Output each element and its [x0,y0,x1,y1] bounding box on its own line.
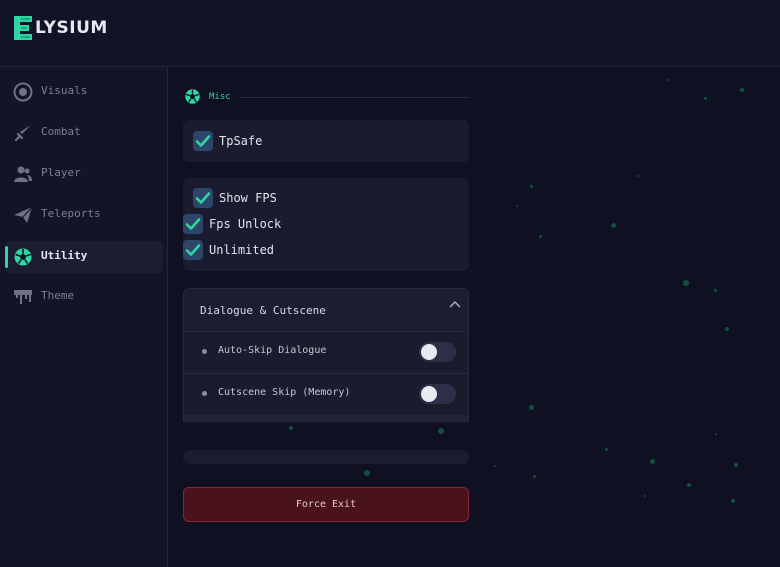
checkbox[interactable] [183,214,203,234]
dropdown-header-dialogue-cutscene[interactable]: Dialogue & Cutscene [183,288,469,332]
cutscene-skip-toggle[interactable] [419,384,456,404]
toggle-label: Auto-Skip Dialogue [218,345,327,356]
checkbox-label: Show FPS [219,191,277,205]
sidebar-item-teleports[interactable]: Teleports [5,199,163,231]
empty-slot [183,450,469,464]
checkbox[interactable] [193,131,213,151]
soccer-ball-icon [185,89,200,104]
auto-skip-dialogue-toggle[interactable] [419,342,456,362]
toggle-row-auto-skip-dialogue: Auto-Skip Dialogue [184,332,468,374]
sidebar: Visuals Combat Player Teleports Utility … [0,67,168,567]
eye-icon [13,82,33,102]
app-title: LYSIUM [35,18,108,38]
checkbox-row-tpsafe[interactable]: TpSafe [193,131,262,151]
checkbox[interactable] [183,240,203,260]
check-icon [195,135,211,147]
panel-tpsafe: TpSafe [183,120,469,162]
dropdown-scroll-edge [184,415,468,421]
check-icon [185,218,201,230]
checkbox-label: Unlimited [209,243,275,257]
checkbox-row-fps-unlock[interactable]: Fps Unlock [183,214,281,234]
dropdown-body: Auto-Skip Dialogue Cutscene Skip (Memory… [183,332,469,422]
sidebar-item-label: Combat [41,125,81,138]
toggle-label: Cutscene Skip (Memory) [218,387,351,398]
sidebar-item-label: Teleports [41,207,101,220]
sidebar-item-label: Theme [41,289,75,302]
users-icon [14,166,32,182]
sidebar-item-label: Player [41,166,81,179]
main-content: Misc TpSafe Show FPS Fps Unlock Unlimite… [169,67,780,567]
sidebar-item-label: Visuals [41,84,88,97]
sidebar-item-theme[interactable]: Theme [5,281,163,313]
paint-drip-icon [14,290,32,304]
app-logo: LYSIUM [12,15,108,41]
checkbox-row-show-fps[interactable]: Show FPS [193,188,277,208]
sidebar-item-label: Utility [41,249,88,262]
sidebar-item-utility[interactable]: Utility [5,241,163,273]
checkbox[interactable] [193,188,213,208]
force-exit-button[interactable]: Force Exit [183,487,469,522]
check-icon [195,192,211,204]
active-indicator [5,246,8,268]
soccer-ball-icon [14,248,32,266]
sidebar-item-visuals[interactable]: Visuals [5,76,163,108]
toggle-knob [421,344,437,360]
sidebar-item-combat[interactable]: Combat [5,117,163,149]
checkbox-label: Fps Unlock [209,217,282,231]
section-title: Misc [209,91,231,102]
bullet-icon [202,391,207,396]
sword-icon [14,125,31,142]
send-icon [14,206,33,223]
panel-fps: Show FPS Fps Unlock Unlimited [183,178,469,271]
toggle-row-cutscene-skip: Cutscene Skip (Memory) [184,374,468,416]
section-header-misc: Misc [184,88,231,105]
logo-e-icon [14,16,32,40]
sidebar-item-player[interactable]: Player [5,158,163,190]
bullet-icon [202,349,207,354]
toggle-knob [421,386,437,402]
checkbox-row-unlimited[interactable]: Unlimited [183,240,274,260]
app-header: LYSIUM [0,0,780,67]
section-divider [241,97,469,98]
checkbox-label: TpSafe [219,134,263,148]
chevron-up-icon[interactable] [448,298,462,312]
check-icon [185,244,201,256]
dropdown-title: Dialogue & Cutscene [200,304,326,317]
